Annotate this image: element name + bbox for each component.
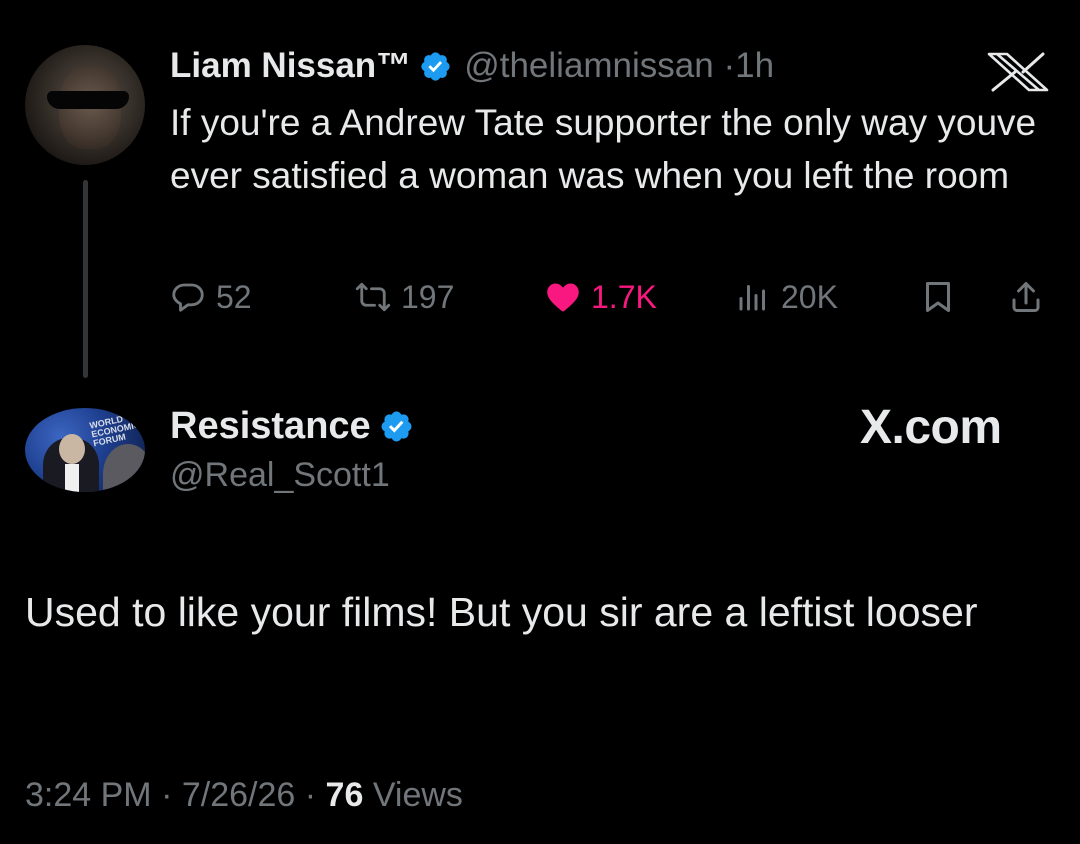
views-icon <box>739 285 765 311</box>
reply-icon <box>172 283 204 312</box>
avatar-wef-text: WORLD ECONOMIC FORUM <box>88 413 141 449</box>
retweet-icon <box>355 282 391 312</box>
avatar-shirt <box>65 464 79 492</box>
verified-badge-icon <box>421 51 450 81</box>
like-count: 1.7K <box>591 278 657 315</box>
like-action[interactable]: 1.7K <box>545 276 657 318</box>
reply-time[interactable]: 3:24 PM <box>25 776 152 814</box>
parent-handle-text[interactable]: @theliamnissan <box>464 46 714 85</box>
bookmark-action[interactable] <box>920 276 966 318</box>
retweet-count: 197 <box>401 278 455 315</box>
reply-tweet-text: Used to like your films! But you sir are… <box>25 589 978 635</box>
reply-author-name[interactable]: Resistance <box>170 405 371 448</box>
views-label: Views <box>372 776 463 814</box>
bookmark-icon <box>926 282 950 312</box>
share-action[interactable] <box>1008 276 1054 318</box>
parent-time-ago[interactable]: 1h <box>735 46 774 85</box>
retweet-action[interactable]: 197 <box>355 276 454 318</box>
reply-handle[interactable]: @Real_Scott1 <box>170 456 390 495</box>
avatar-person-face <box>59 434 85 464</box>
parent-handle[interactable]: @theliamnissan ·1h <box>464 46 774 86</box>
reply-count: 52 <box>216 278 252 315</box>
meta-separator: · <box>161 776 173 814</box>
thread-connector-line <box>83 180 88 378</box>
verified-badge-icon <box>381 411 412 441</box>
avatar-sunglasses <box>47 91 129 109</box>
reply-avatar[interactable]: WORLD ECONOMIC FORUM <box>25 408 145 492</box>
reply-view-count: 76 <box>325 776 364 814</box>
views-count: 20K <box>781 278 838 315</box>
reply-metadata: 3:24 PM · 7/26/26 · 76 Views <box>25 776 463 815</box>
xcom-watermark: X.com <box>860 401 1002 454</box>
meta-separator: · <box>304 776 317 814</box>
handle-separator: · <box>723 46 736 85</box>
parent-header: Liam Nissan™ @theliamnissan ·1h <box>170 44 774 88</box>
reply-action[interactable]: 52 <box>170 276 252 318</box>
parent-author-name[interactable]: Liam Nissan™ <box>170 46 411 86</box>
reply-date[interactable]: 7/26/26 <box>182 776 295 814</box>
reply-header: Resistance <box>170 404 414 448</box>
parent-tweet-text: If you're a Andrew Tate supporter the on… <box>170 102 1037 196</box>
heart-icon <box>547 283 579 312</box>
share-icon <box>1012 282 1040 312</box>
x-logo-icon <box>987 52 1049 92</box>
parent-avatar[interactable] <box>25 45 145 165</box>
avatar-other-person <box>103 444 145 492</box>
views-action[interactable]: 20K <box>735 276 838 318</box>
parent-action-bar: 52 197 1.7K 20K <box>170 276 1050 318</box>
